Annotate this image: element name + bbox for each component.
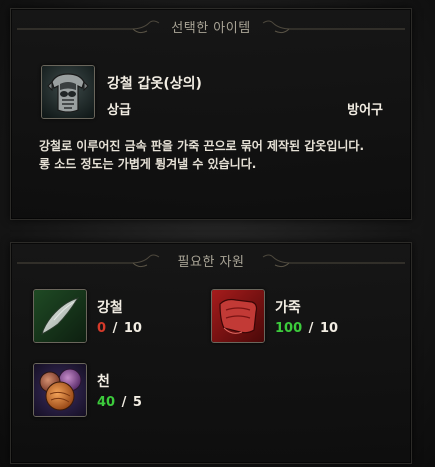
resource-name-steel: 강철 (97, 300, 123, 316)
selected-item-type: 방어구 (347, 103, 383, 118)
selected-item-title: 선택한 아이템 (171, 21, 251, 36)
count-separator: / (112, 321, 118, 336)
resource-name-leather: 가죽 (275, 300, 301, 316)
leather-icon[interactable] (211, 289, 265, 343)
resource-required-cloth: 5 (132, 395, 142, 410)
selected-item-grade: 상급 (107, 103, 131, 118)
selected-item-description: 강철로 이루어진 금속 판을 가죽 끈으로 묶어 제작된 갑옷입니다. 롱 소드… (39, 137, 399, 173)
description-line-1: 강철로 이루어진 금속 판을 가죽 끈으로 묶어 제작된 갑옷입니다. (39, 139, 365, 153)
cloth-icon[interactable] (33, 363, 87, 417)
resource-current-steel: 0 (97, 321, 107, 336)
description-line-2: 롱 소드 정도는 가볍게 튕겨낼 수 있습니다. (39, 157, 257, 171)
required-resources-panel: 필요한 자원 강철 0 / 10 가죽 100 / 10 천 40 / 5 (10, 242, 412, 464)
selected-item-header: 선택한 아이템 (11, 9, 411, 43)
selected-item-panel: 선택한 아이템 강철 갑옷(상의) 상급 방어구 강철로 이루어진 금속 판을 … (10, 8, 412, 220)
resource-required-leather: 10 (319, 321, 339, 336)
resource-current-leather: 100 (275, 321, 303, 336)
resource-name-cloth: 천 (97, 374, 110, 390)
selected-item-name: 강철 갑옷(상의) (107, 76, 202, 92)
resource-count-cloth: 40 / 5 (97, 395, 142, 410)
count-separator: / (121, 395, 127, 410)
resource-required-steel: 10 (123, 321, 142, 336)
required-resources-title: 필요한 자원 (177, 255, 245, 270)
resource-count-leather: 100 / 10 (275, 321, 338, 336)
required-resources-header: 필요한 자원 (11, 243, 411, 277)
armor-icon[interactable] (41, 65, 95, 119)
resource-count-steel: 0 / 10 (97, 321, 142, 336)
count-separator: / (308, 321, 314, 336)
resource-current-cloth: 40 (97, 395, 116, 410)
steel-icon[interactable] (33, 289, 87, 343)
